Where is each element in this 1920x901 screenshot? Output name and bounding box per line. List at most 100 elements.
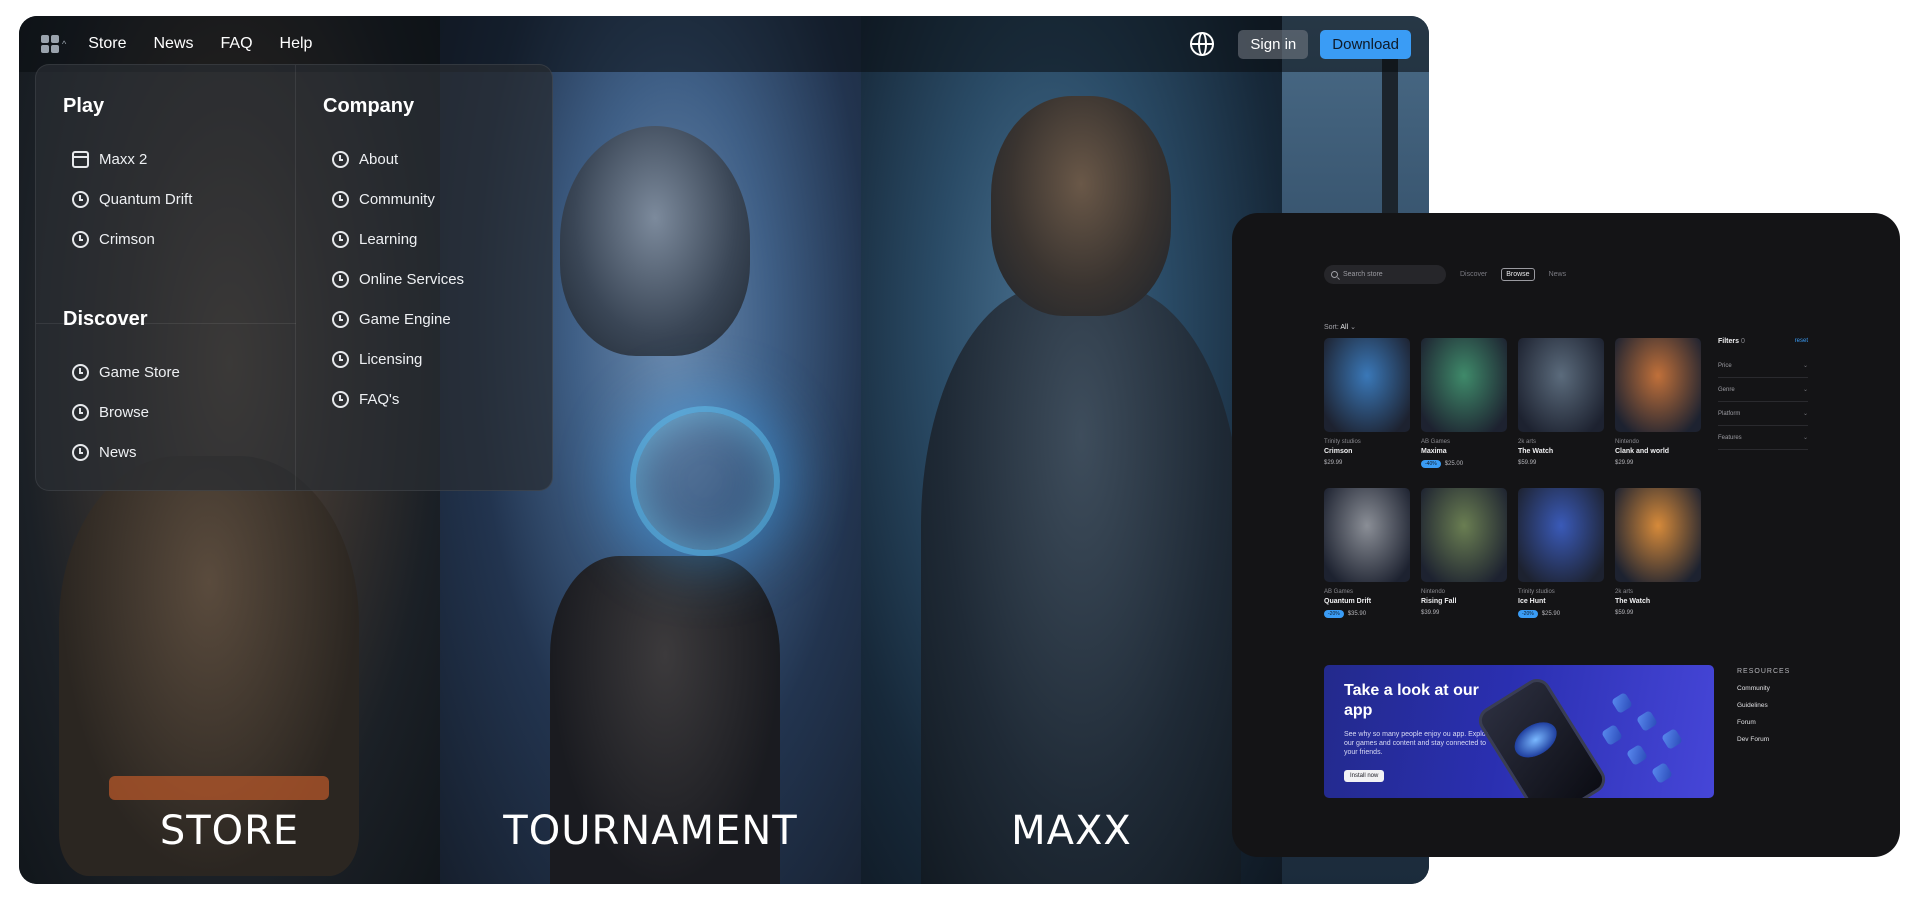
clock-icon <box>72 230 89 248</box>
game-title: Rising Fall <box>1421 598 1457 605</box>
menu-item-label: Game Engine <box>359 310 451 328</box>
clock-icon <box>72 363 89 381</box>
nav-link-faq[interactable]: FAQ <box>221 35 253 53</box>
filter-price[interactable]: Price ⌄ <box>1718 354 1808 378</box>
tab-news[interactable]: News <box>1549 271 1567 278</box>
menu-section-play: Play Maxx 2 Quantum Drift Crimson <box>63 95 192 259</box>
menu-item-faqs[interactable]: FAQ's <box>323 379 464 419</box>
game-price-row: $39.99 <box>1421 610 1507 616</box>
menu-item-label: Game Store <box>99 363 180 381</box>
game-title: Maxima <box>1421 448 1447 455</box>
game-card[interactable]: Nintendo Clank and world $29.99 <box>1615 338 1701 466</box>
clock-icon <box>332 150 349 168</box>
menu-item-label: Community <box>359 190 435 208</box>
app-tile-icon <box>1600 723 1624 747</box>
menu-item-quantum-drift[interactable]: Quantum Drift <box>63 179 192 219</box>
game-title: Clank and world <box>1615 448 1670 455</box>
resource-link-community[interactable]: Community <box>1737 685 1790 702</box>
character-strap <box>109 776 329 800</box>
game-card[interactable]: AB Games Maxima -40% $25.00 <box>1421 338 1507 468</box>
nav-link-news[interactable]: News <box>153 35 193 53</box>
game-price-row: $29.99 <box>1324 460 1410 466</box>
game-card[interactable]: Nintendo Rising Fall $39.99 <box>1421 488 1507 616</box>
menu-item-label: Quantum Drift <box>99 190 193 208</box>
hero-label: TOURNAMENT <box>503 808 798 854</box>
game-title: The Watch <box>1518 448 1554 455</box>
sign-in-button[interactable]: Sign in <box>1238 29 1309 59</box>
robot-helmet-art <box>560 126 750 356</box>
apps-menu-toggle[interactable]: ^ <box>41 35 66 53</box>
game-card[interactable]: Trinity studios Ice Hunt -20% $25.90 <box>1518 488 1604 618</box>
menu-item-maxx-2[interactable]: Maxx 2 <box>63 139 192 179</box>
promo-body: See why so many people enjoy ou app. Exp… <box>1344 731 1488 756</box>
game-price: $59.99 <box>1615 610 1634 616</box>
clock-icon <box>72 403 89 421</box>
game-price: $25.00 <box>1444 461 1464 467</box>
main-window: STORE TOURNAMENT MAXX ^ Store News FAQ H… <box>19 16 1429 884</box>
menu-item-crimson[interactable]: Crimson <box>63 219 192 259</box>
menu-item-community[interactable]: Community <box>323 179 464 219</box>
nav-link-help[interactable]: Help <box>280 35 313 53</box>
resources-heading: RESOURCES <box>1737 668 1791 675</box>
game-publisher: Nintendo <box>1615 439 1640 445</box>
filter-label: Price <box>1718 362 1732 369</box>
hero-panel-maxx[interactable]: MAXX <box>861 16 1282 884</box>
tab-discover[interactable]: Discover <box>1460 271 1487 278</box>
tab-browse[interactable]: Browse <box>1501 268 1535 281</box>
game-card[interactable]: 2k arts The Watch $59.99 <box>1615 488 1701 616</box>
game-cover-image <box>1615 488 1701 582</box>
sort-value: All <box>1340 324 1349 331</box>
game-publisher: AB Games <box>1324 589 1354 595</box>
game-price: $29.99 <box>1324 460 1343 466</box>
menu-item-licensing[interactable]: Licensing <box>323 339 464 379</box>
menu-item-game-engine[interactable]: Game Engine <box>323 299 464 339</box>
menu-item-browse[interactable]: Browse <box>63 392 180 432</box>
clock-icon <box>332 190 349 208</box>
game-publisher: 2k arts <box>1518 439 1537 445</box>
menu-item-label: Maxx 2 <box>99 150 148 168</box>
game-card[interactable]: Trinity studios Crimson $29.99 <box>1324 338 1410 466</box>
apps-grid-icon <box>41 35 59 53</box>
resource-link-dev-forum[interactable]: Dev Forum <box>1737 736 1790 753</box>
filter-label: Genre <box>1718 386 1735 393</box>
resource-link-guidelines[interactable]: Guidelines <box>1737 702 1790 719</box>
game-price: $59.99 <box>1518 460 1537 466</box>
filters-panel: Filters 0 reset Price ⌄ Genre ⌄ Platform ⌄ … <box>1718 338 1808 450</box>
globe-icon[interactable] <box>1190 32 1215 56</box>
search-input[interactable]: Search store <box>1324 265 1446 284</box>
filter-features[interactable]: Features ⌄ <box>1718 426 1808 450</box>
menu-item-news[interactable]: News <box>63 432 180 472</box>
menu-item-learning[interactable]: Learning <box>323 219 464 259</box>
resource-link-forum[interactable]: Forum <box>1737 719 1790 736</box>
chevron-down-icon: ⌄ <box>1802 435 1808 441</box>
menu-item-online-services[interactable]: Online Services <box>323 259 464 299</box>
menu-item-label: Online Services <box>359 270 465 288</box>
app-tile-icon <box>1610 691 1634 715</box>
menu-item-about[interactable]: About <box>323 139 464 179</box>
game-card[interactable]: 2k arts The Watch $59.99 <box>1518 338 1604 466</box>
resources-list: RESOURCES Community Guidelines Forum Dev… <box>1737 668 1790 753</box>
sort-dropdown[interactable]: Sort: All ⌄ <box>1324 323 1356 331</box>
menu-section-company: Company About Community Learning Online … <box>323 95 464 419</box>
menu-heading: Play <box>63 95 105 117</box>
install-now-button[interactable]: Install now <box>1344 770 1385 782</box>
game-title: The Watch <box>1615 598 1651 605</box>
clock-icon <box>332 390 349 408</box>
filter-platform[interactable]: Platform ⌄ <box>1718 402 1808 426</box>
game-publisher: AB Games <box>1421 439 1451 445</box>
menu-item-game-store[interactable]: Game Store <box>63 352 180 392</box>
game-card[interactable]: AB Games Quantum Drift -20% $35.90 <box>1324 488 1410 618</box>
app-tile-icon <box>1635 709 1659 733</box>
nav-link-store[interactable]: Store <box>88 35 126 53</box>
discount-badge: -20% <box>1324 610 1344 618</box>
menu-section-discover: Discover Game Store Browse News <box>63 308 180 472</box>
store-toolbar: Search store Discover Browse News <box>1324 265 1566 284</box>
soldier-body-art <box>921 286 1241 884</box>
game-cover-image <box>1518 338 1604 432</box>
filters-reset-link[interactable]: reset <box>1795 338 1808 345</box>
download-button[interactable]: Download <box>1320 29 1411 59</box>
game-price-row: -20% $35.90 <box>1324 610 1410 618</box>
calendar-icon <box>72 150 89 168</box>
filter-genre[interactable]: Genre ⌄ <box>1718 378 1808 402</box>
menu-item-label: Licensing <box>359 350 423 368</box>
